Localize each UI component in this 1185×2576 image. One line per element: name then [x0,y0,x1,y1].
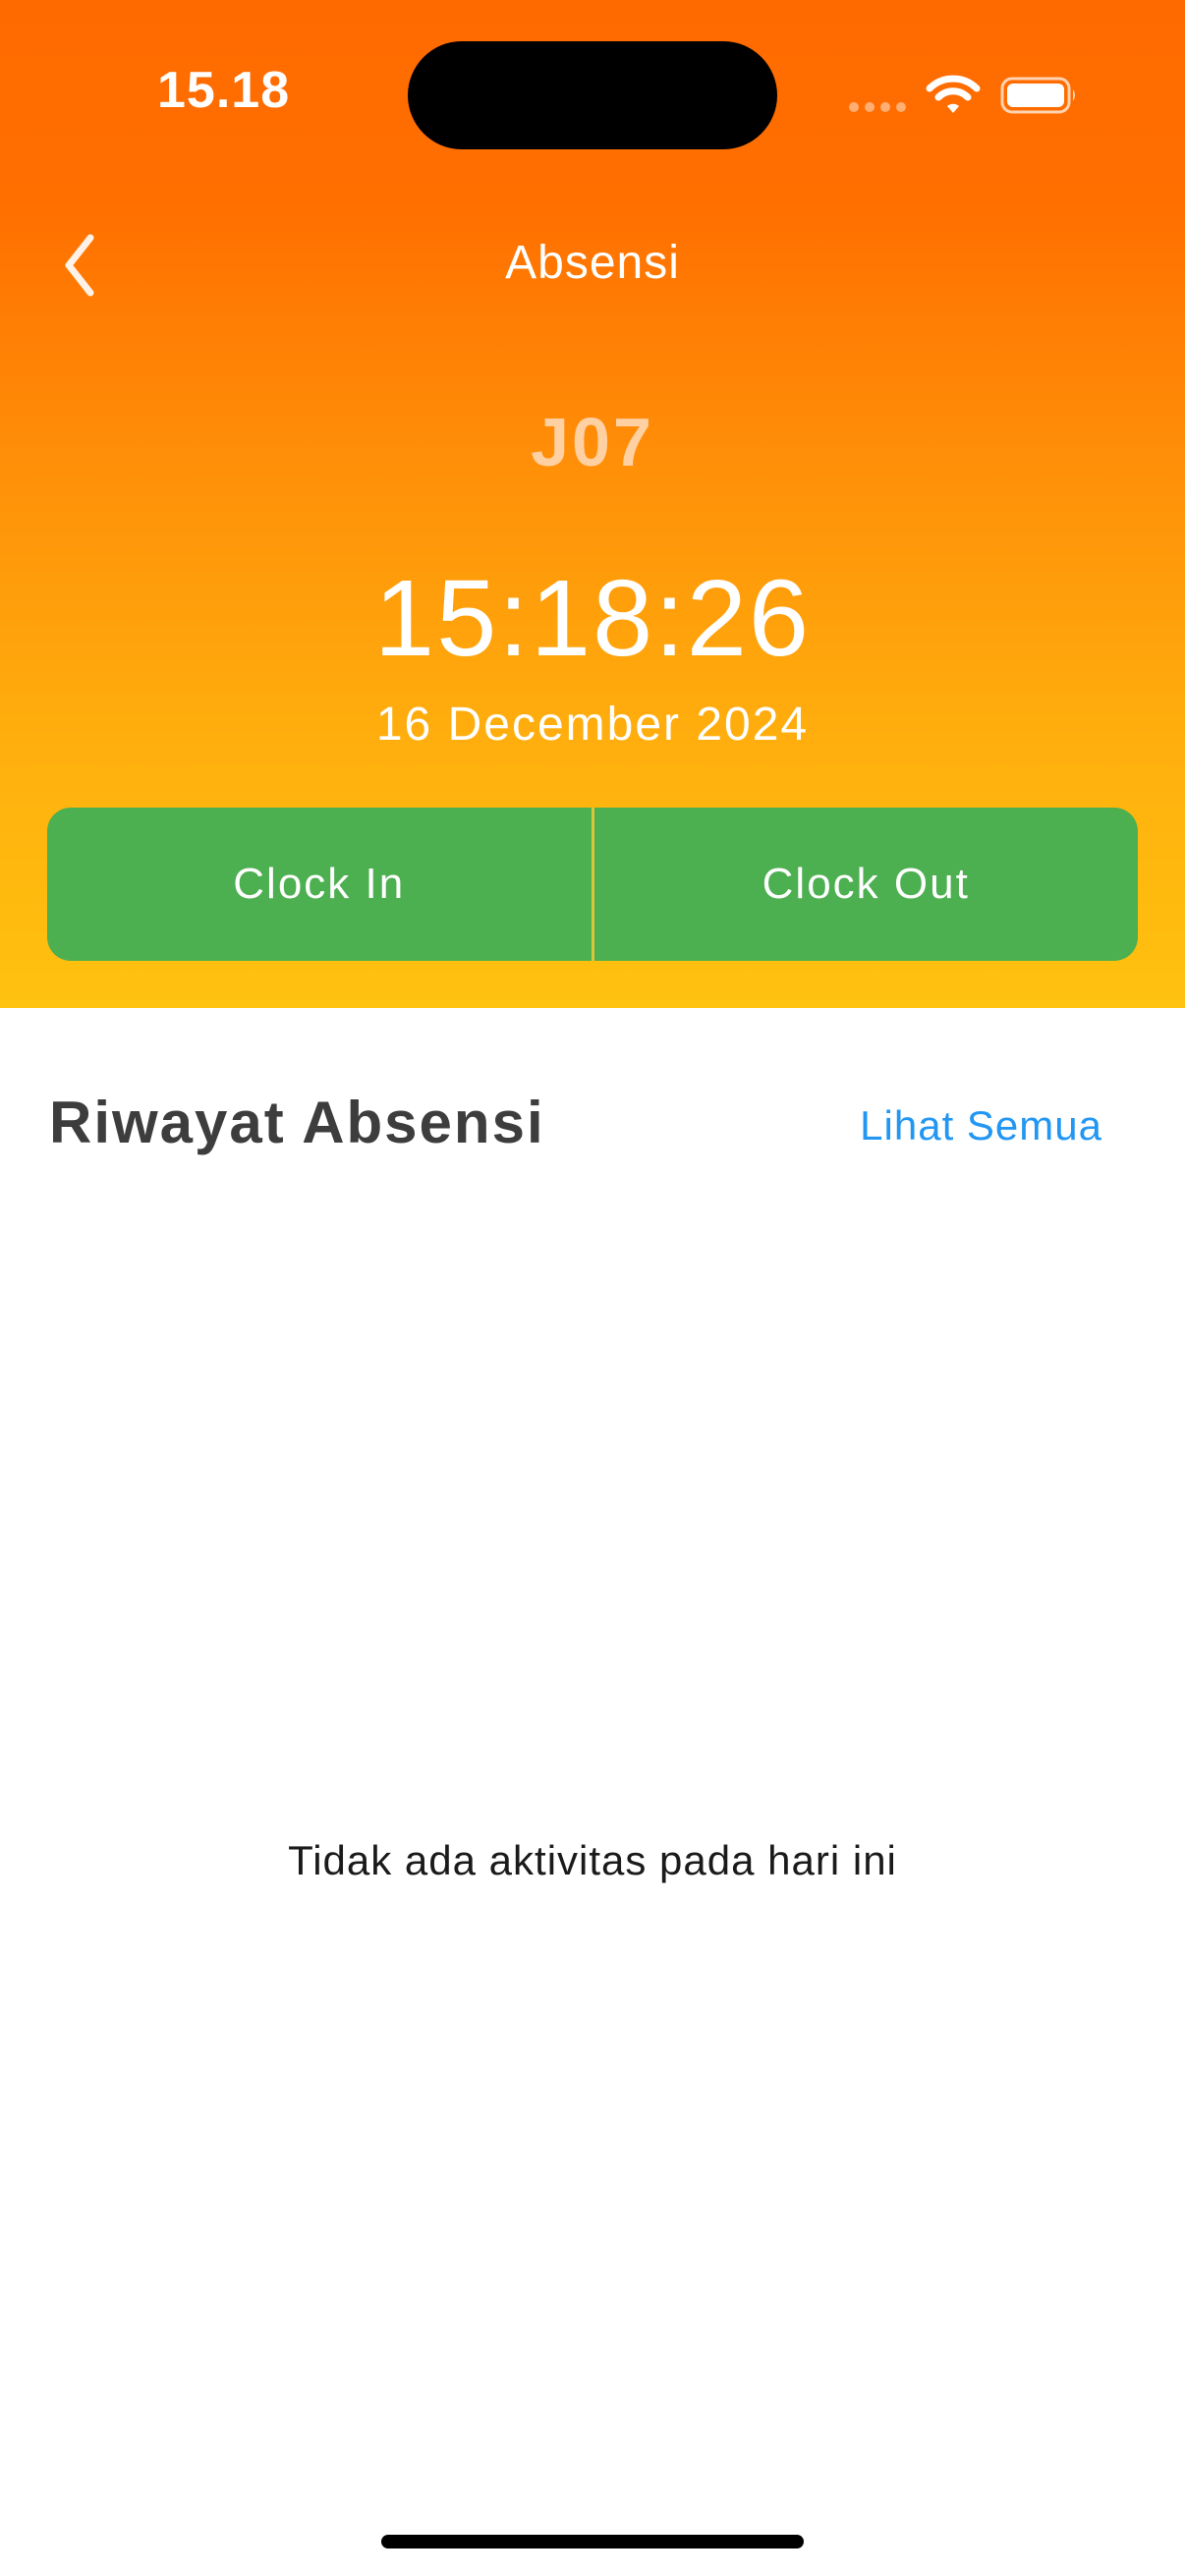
home-indicator[interactable] [381,2535,804,2548]
battery-icon [1000,77,1075,114]
attendance-header: 15.18 Absensi J07 15:18:26 16 December 2… [0,0,1185,1008]
cellular-signal-icon [849,102,908,116]
clock-out-button[interactable]: Clock Out [594,808,1139,961]
clock-button-group: Clock In Clock Out [47,808,1138,961]
current-date: 16 December 2024 [375,699,810,751]
status-bar-time: 15.18 [157,62,291,119]
history-section-title: Riwayat Absensi [49,1090,545,1155]
live-clock: 15:18:26 [373,558,812,679]
dynamic-island [408,41,777,149]
clock-in-button[interactable]: Clock In [47,808,592,961]
see-all-link[interactable]: Lihat Semua [860,1102,1102,1149]
empty-state-message: Tidak ada aktivitas pada hari ini [288,1837,897,1883]
page-title: Absensi [505,237,680,289]
wifi-icon [926,75,981,113]
employee-code: J07 [531,404,654,480]
